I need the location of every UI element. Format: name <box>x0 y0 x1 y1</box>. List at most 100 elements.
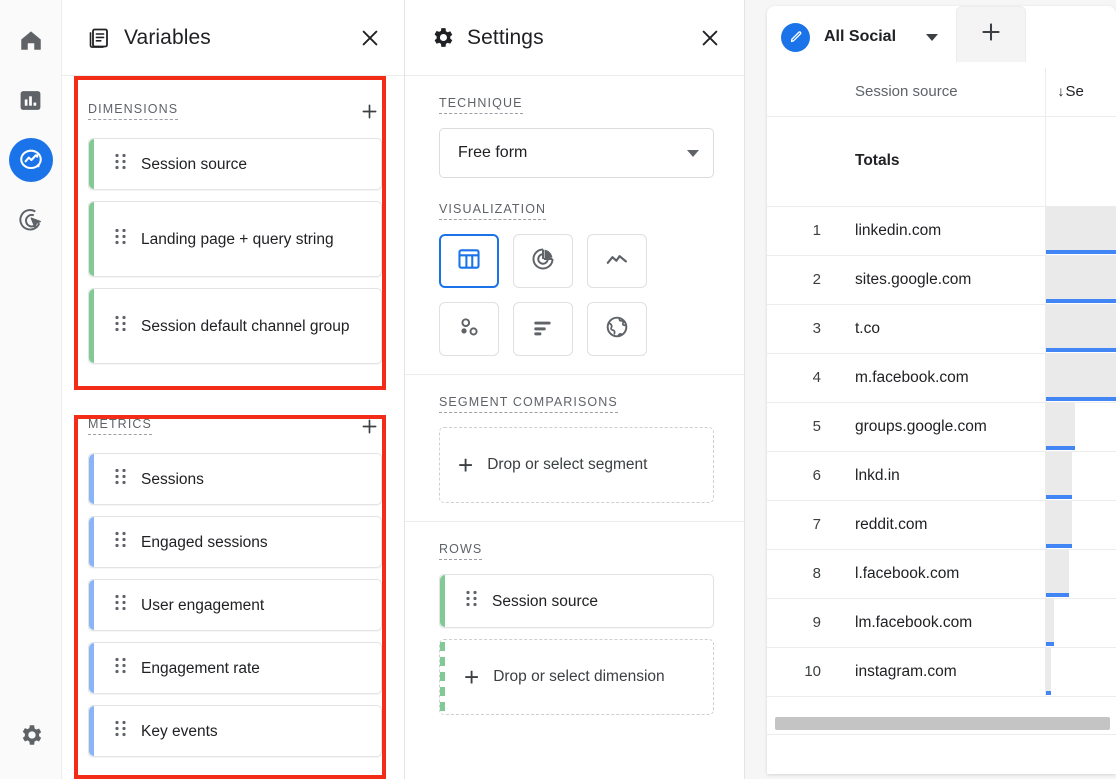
visualization-options <box>439 234 714 356</box>
row-source[interactable]: linkedin.com <box>833 206 1045 256</box>
add-metric-button[interactable] <box>356 413 382 439</box>
row-source[interactable]: reddit.com <box>833 500 1045 550</box>
viz-option-free-form-table[interactable] <box>439 234 499 288</box>
metrics-section-header: METRICS <box>88 413 382 439</box>
bar-value-line <box>1045 494 1073 499</box>
nav-item-explore[interactable] <box>8 138 53 182</box>
row-source[interactable]: lnkd.in <box>833 451 1045 501</box>
viz-option-geo-map[interactable] <box>587 302 647 356</box>
row-index: 3 <box>767 304 833 354</box>
table-row[interactable]: 5 groups.google.com <box>767 402 1116 452</box>
bar-background <box>1045 255 1116 301</box>
nav-item-home[interactable] <box>9 18 53 62</box>
add-tab-button[interactable] <box>956 6 1027 62</box>
row-source[interactable]: groups.google.com <box>833 402 1045 452</box>
ga-explore-screen: Variables DIMENSIONS Session source Land… <box>0 0 1116 779</box>
results-table-body: Totals 1 linkedin.com 2 sites.google.com <box>767 116 1116 697</box>
metric-column-header[interactable]: ↓Se <box>1044 68 1116 117</box>
row-source[interactable]: sites.google.com <box>833 255 1045 305</box>
drag-handle-icon[interactable] <box>115 657 131 679</box>
variables-panel: Variables DIMENSIONS Session source Land… <box>62 0 405 779</box>
viz-option-donut-chart[interactable] <box>513 234 573 288</box>
nav-item-admin[interactable] <box>9 713 53 757</box>
bar-background <box>1045 500 1073 546</box>
table-row[interactable]: 1 linkedin.com <box>767 206 1116 256</box>
segment-dropzone-label: Drop or select segment <box>487 456 648 473</box>
row-bar-cell <box>1044 206 1116 256</box>
arrow-down-icon: ↓ <box>1057 83 1065 100</box>
drag-handle-icon[interactable] <box>115 594 131 616</box>
table-row[interactable]: 2 sites.google.com <box>767 255 1116 305</box>
nav-item-advertising[interactable] <box>9 198 53 242</box>
metric-chip[interactable]: Engagement rate <box>88 642 382 694</box>
results-panel: All Social Session source ↓Se Totals 1 l… <box>745 0 1116 779</box>
row-source[interactable]: l.facebook.com <box>833 549 1045 599</box>
dimension-chip-label: Session default channel group <box>141 317 350 335</box>
variables-list-icon <box>86 25 112 51</box>
table-row[interactable]: 6 lnkd.in <box>767 451 1116 501</box>
bar-background <box>1045 549 1070 595</box>
add-dimension-button[interactable] <box>356 98 382 124</box>
rows-section-header: ROWS <box>439 542 714 560</box>
rows-dimension-dropzone[interactable]: + Drop or select dimension <box>439 639 714 715</box>
drag-handle-icon[interactable] <box>115 153 131 175</box>
metrics-label: METRICS <box>88 417 152 435</box>
bar-background <box>1045 353 1116 399</box>
drag-handle-icon[interactable] <box>115 315 131 337</box>
drag-handle-icon[interactable] <box>466 590 482 612</box>
viz-option-bar-chart[interactable] <box>513 302 573 356</box>
totals-value-cell <box>1044 116 1116 207</box>
technique-label: TECHNIQUE <box>439 96 523 114</box>
settings-panel-header: Settings <box>405 0 744 76</box>
row-bar-cell <box>1044 402 1116 452</box>
viz-option-line-chart[interactable] <box>587 234 647 288</box>
dimension-chip[interactable]: Landing page + query string <box>88 201 382 277</box>
dimension-chip[interactable]: Session default channel group <box>88 288 382 364</box>
row-source[interactable]: lm.facebook.com <box>833 598 1045 648</box>
table-row[interactable]: 3 t.co <box>767 304 1116 354</box>
metric-chip-label: Sessions <box>141 470 204 488</box>
segment-dropzone[interactable]: + Drop or select segment <box>439 427 714 503</box>
line-chart-icon <box>604 246 630 277</box>
table-row[interactable]: 7 reddit.com <box>767 500 1116 550</box>
row-source[interactable]: instagram.com <box>833 647 1045 697</box>
metric-chip[interactable]: Key events <box>88 705 382 757</box>
totals-row: Totals <box>767 116 1116 207</box>
table-row[interactable]: 8 l.facebook.com <box>767 549 1116 599</box>
segment-comparisons-label: SEGMENT COMPARISONS <box>439 395 618 413</box>
rows-dimension-chip[interactable]: Session source <box>439 574 714 628</box>
metric-chip[interactable]: User engagement <box>88 579 382 631</box>
tab-label: All Social <box>824 28 897 45</box>
row-index: 5 <box>767 402 833 452</box>
metric-chip[interactable]: Engaged sessions <box>88 516 382 568</box>
table-row[interactable]: 9 lm.facebook.com <box>767 598 1116 648</box>
horizontal-scrollbar[interactable] <box>775 717 1110 730</box>
dimension-column-header[interactable]: Session source <box>833 68 1045 117</box>
viz-option-scatter-plot[interactable] <box>439 302 499 356</box>
tab-all-social[interactable]: All Social <box>767 6 951 68</box>
technique-select[interactable]: Free form <box>439 128 714 178</box>
dimension-chip[interactable]: Session source <box>88 138 382 190</box>
bar-chart-icon <box>530 314 556 345</box>
close-icon[interactable] <box>356 24 384 52</box>
row-source[interactable]: m.facebook.com <box>833 353 1045 403</box>
metric-chip[interactable]: Sessions <box>88 453 382 505</box>
pencil-edit-icon <box>781 22 810 52</box>
bar-value-line <box>1045 690 1052 695</box>
panel-title: Settings <box>467 25 544 49</box>
technique-section: TECHNIQUE Free form <box>405 76 744 196</box>
metric-chip-label: User engagement <box>141 596 265 614</box>
chevron-down-icon[interactable] <box>926 33 939 41</box>
drag-handle-icon[interactable] <box>115 720 131 742</box>
table-row[interactable]: 10 instagram.com <box>767 647 1116 697</box>
row-index: 10 <box>767 647 833 697</box>
drag-handle-icon[interactable] <box>115 531 131 553</box>
table-row[interactable]: 4 m.facebook.com <box>767 353 1116 403</box>
drag-handle-icon[interactable] <box>115 228 131 250</box>
row-source[interactable]: t.co <box>833 304 1045 354</box>
close-icon[interactable] <box>696 24 724 52</box>
table-header-row: Session source ↓Se <box>767 68 1116 117</box>
nav-item-reports[interactable] <box>9 78 53 122</box>
drag-handle-icon[interactable] <box>115 468 131 490</box>
index-column-header <box>767 68 833 117</box>
